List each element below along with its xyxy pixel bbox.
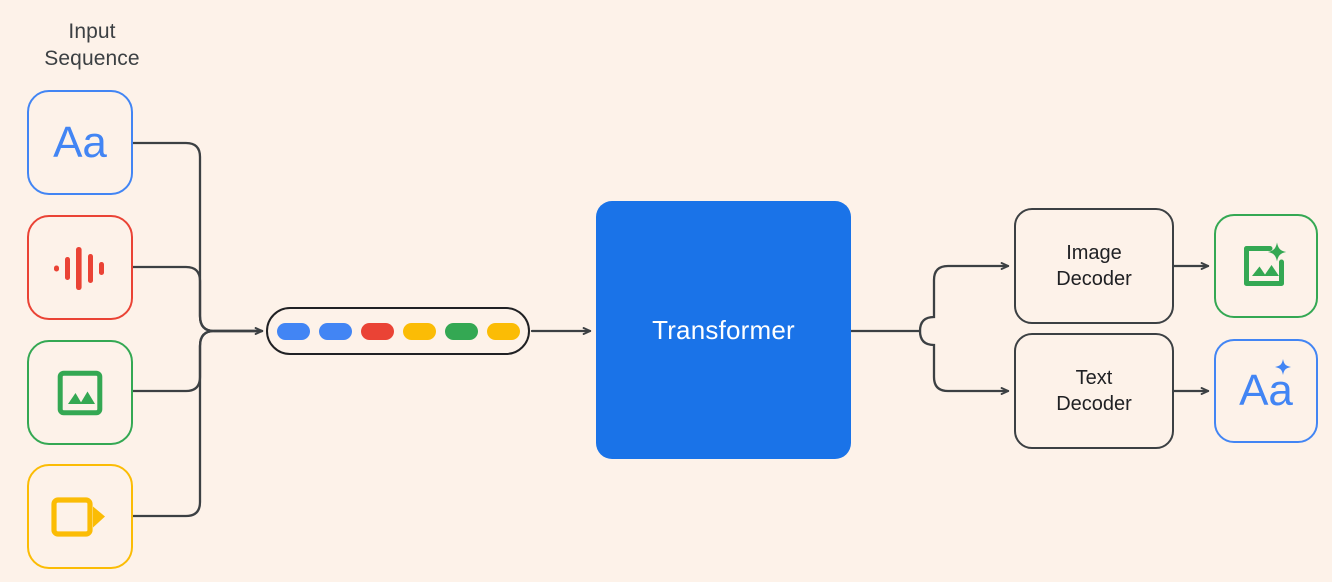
image-sparkle-icon [1244, 242, 1287, 286]
token-sequence-pill[interactable] [266, 307, 530, 355]
text-sparkle-icon: Aa [1239, 359, 1293, 413]
image-decoder-label: Image Decoder [1056, 242, 1132, 290]
token-chip [444, 322, 478, 340]
token-chip [402, 322, 436, 340]
output-tile-image[interactable] [1214, 214, 1318, 318]
input-tile-text[interactable]: Aa [27, 90, 133, 195]
token-chip [486, 322, 520, 340]
token-chip [318, 322, 352, 340]
diagram-canvas: Input Sequence Aa Transformer Image Deco… [0, 0, 1332, 582]
input-sequence-label: Input Sequence [44, 20, 140, 70]
text-decoder-block[interactable]: Text Decoder [1014, 333, 1174, 449]
video-camera-icon [51, 496, 105, 537]
token-chip [360, 322, 394, 340]
text-aa-icon: Aa [53, 117, 107, 167]
audio-waveform-icon [54, 246, 104, 290]
input-tile-video[interactable] [27, 464, 133, 569]
sparkle-icon [1274, 359, 1291, 375]
output-tile-text[interactable]: Aa [1214, 339, 1318, 443]
input-tile-audio[interactable] [27, 215, 133, 320]
token-chip [276, 322, 310, 340]
text-decoder-label: Text Decoder [1056, 367, 1132, 415]
transformer-label: Transformer [652, 314, 795, 345]
input-tile-image[interactable] [27, 340, 133, 445]
image-decoder-block[interactable]: Image Decoder [1014, 208, 1174, 324]
image-picture-icon [57, 370, 103, 415]
transformer-block[interactable]: Transformer [596, 201, 851, 459]
